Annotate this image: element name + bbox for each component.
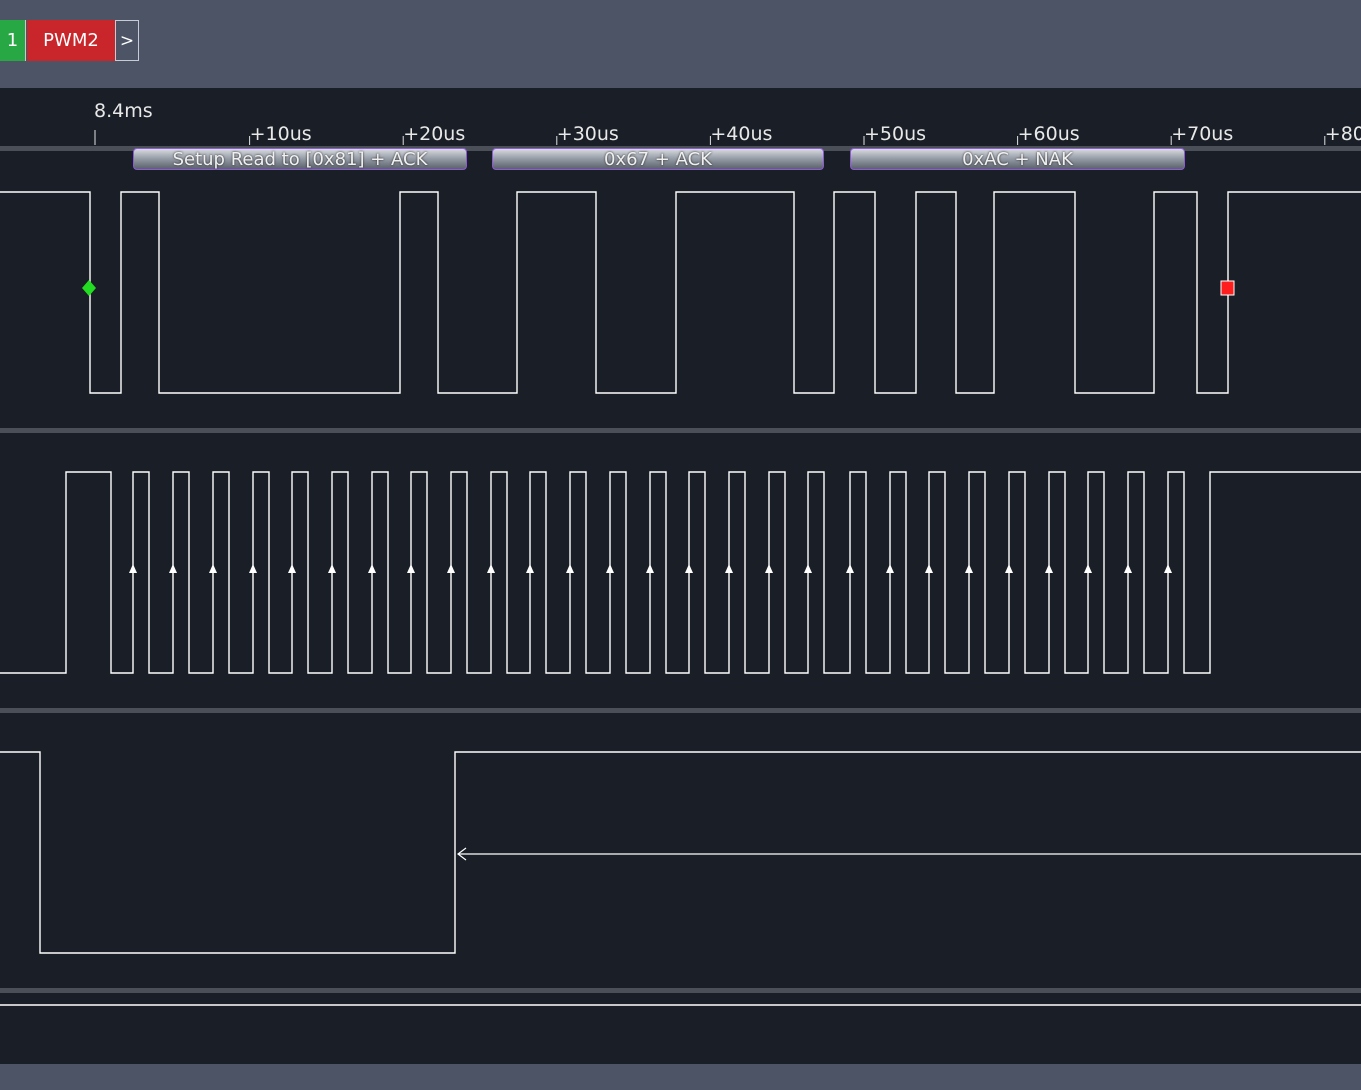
pwm-trace bbox=[0, 751, 1361, 954]
clock-edge-arrow-icon bbox=[846, 564, 854, 573]
clock-edge-arrow-icon bbox=[288, 564, 296, 573]
clock-edge-arrow-icon bbox=[886, 564, 894, 573]
clock-edge-arrow-icon bbox=[925, 564, 933, 573]
clock-edge-arrow-icon bbox=[725, 564, 733, 573]
clock-edge-arrow-icon bbox=[1005, 564, 1013, 573]
clock-edge-arrow-icon bbox=[407, 564, 415, 573]
stop-condition-marker bbox=[1220, 280, 1235, 296]
clock-edge-arrow-icon bbox=[1164, 564, 1172, 573]
channel-separator bbox=[0, 988, 1361, 993]
clock-edge-arrow-icon bbox=[169, 564, 177, 573]
clock-edge-arrow-icon bbox=[566, 564, 574, 573]
clock-edge-arrow-icon bbox=[804, 564, 812, 573]
decoder-frame-setup-read[interactable]: Setup Read to [0x81] + ACK bbox=[133, 148, 467, 170]
clock-edge-arrow-icon bbox=[965, 564, 973, 573]
clock-edge-arrow-icon bbox=[1045, 564, 1053, 573]
clock-edge-arrow-icon bbox=[646, 564, 654, 573]
waveform-canvas[interactable]: 8.4ms +10us +20us +30us +40us +50us +60us +70u… bbox=[0, 88, 1361, 1064]
start-time-label: 8.4ms bbox=[94, 100, 153, 122]
ruler-tick-label: +20us bbox=[403, 123, 465, 145]
clock-edge-arrow-icon bbox=[328, 564, 336, 573]
clock-edge-arrow-icon bbox=[606, 564, 614, 573]
channel-1-tab[interactable]: 1 bbox=[0, 20, 26, 61]
decoder-frame-data-1[interactable]: 0x67 + ACK bbox=[492, 148, 824, 170]
clock-edge-arrow-icon bbox=[1084, 564, 1092, 573]
status-bar bbox=[0, 1064, 1361, 1090]
decoder-frame-data-2[interactable]: 0xAC + NAK bbox=[850, 148, 1185, 170]
clock-edge-arrow-icon bbox=[765, 564, 773, 573]
sda-trace bbox=[0, 191, 1361, 394]
clock-edge-arrow-icon bbox=[447, 564, 455, 573]
clock-edge-arrow-icon bbox=[368, 564, 376, 573]
ruler-tick-label: +30us bbox=[557, 123, 619, 145]
channel-toolbar: 1 PWM2 > bbox=[0, 0, 1361, 88]
ruler-tick-label: +40us bbox=[710, 123, 772, 145]
scl-trace bbox=[0, 471, 1361, 674]
waveform-plot[interactable]: 8.4ms +10us +20us +30us +40us +50us +60us +70u… bbox=[0, 88, 1361, 1064]
clock-edge-arrow-icon bbox=[685, 564, 693, 573]
ruler-tick-label: +50us bbox=[864, 123, 926, 145]
ruler-tick-label: +80 bbox=[1325, 123, 1361, 145]
ruler-tick-label: +60us bbox=[1018, 123, 1080, 145]
clock-edge-arrow-icon bbox=[1124, 564, 1132, 573]
clock-edge-arrow-icon bbox=[129, 564, 137, 573]
pwm2-tab[interactable]: PWM2 bbox=[27, 20, 115, 61]
ruler-tick-label: +70us bbox=[1171, 123, 1233, 145]
channel-separator bbox=[0, 708, 1361, 713]
clock-edge-arrow-icon bbox=[209, 564, 217, 573]
ruler-tick-label: +10us bbox=[250, 123, 312, 145]
start-condition-marker bbox=[82, 280, 96, 296]
channel-separator bbox=[0, 428, 1361, 433]
clock-edge-arrow-icon bbox=[249, 564, 257, 573]
clock-edge-markers bbox=[129, 564, 1172, 573]
time-ruler: 8.4ms +10us +20us +30us +40us +50us +60us +70u… bbox=[94, 100, 1361, 145]
next-tabs-arrow-icon[interactable]: > bbox=[115, 20, 139, 61]
clock-edge-arrow-icon bbox=[487, 564, 495, 573]
clock-edge-arrow-icon bbox=[526, 564, 534, 573]
